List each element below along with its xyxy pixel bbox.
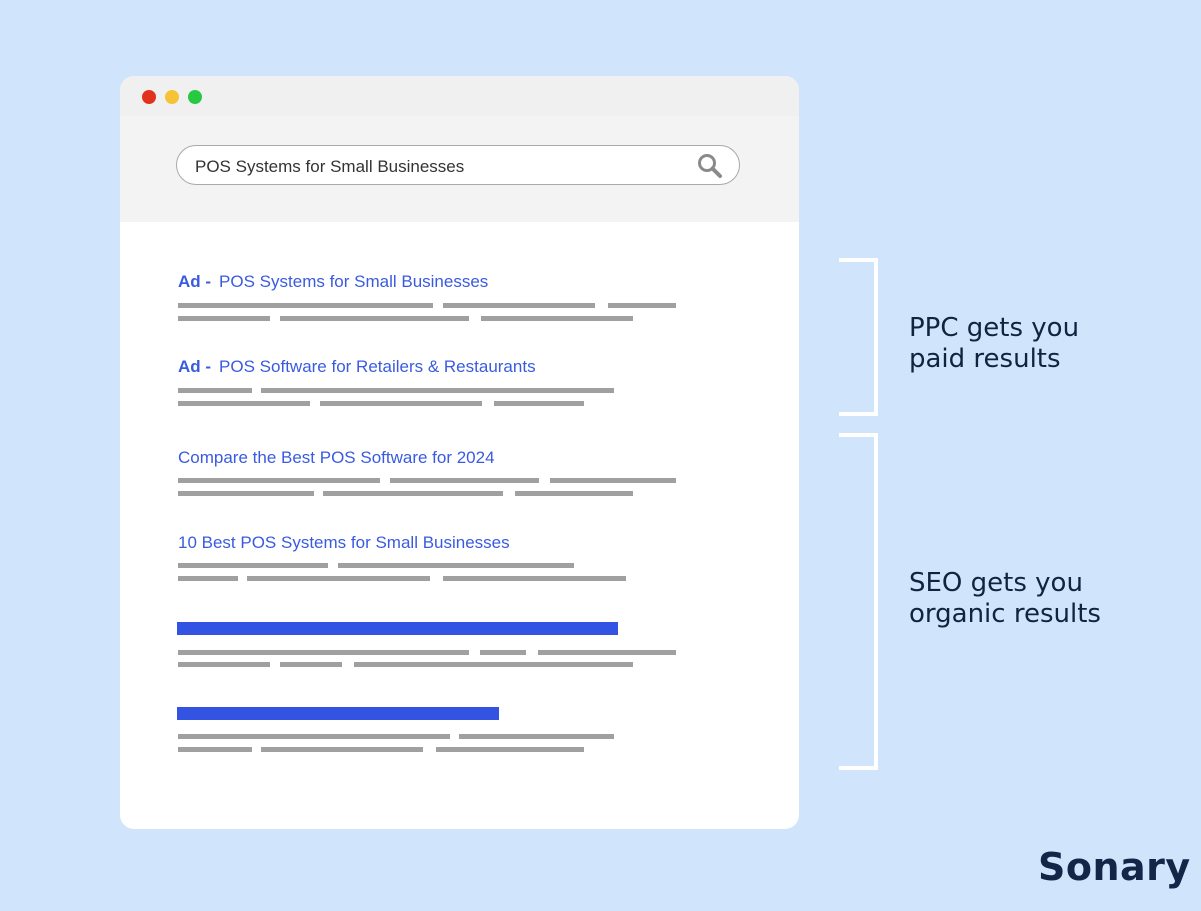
minimize-window-dot[interactable] bbox=[165, 90, 179, 104]
seo-label-line2: organic results bbox=[909, 599, 1101, 629]
browser-window: POS Systems for Small Businesses Ad - POS… bbox=[120, 76, 799, 829]
ad-label: Ad - bbox=[178, 357, 212, 376]
ad-result-link-2[interactable]: Ad - POS Software for Retailers & Restaur… bbox=[178, 357, 536, 377]
placeholder-title-bar bbox=[177, 707, 499, 720]
snippet-line bbox=[354, 662, 633, 667]
ad-label: Ad - bbox=[178, 272, 212, 291]
snippet-line bbox=[494, 401, 584, 406]
ppc-label: PPC gets you paid results bbox=[909, 313, 1079, 375]
result-title: Compare the Best POS Software for 2024 bbox=[178, 448, 495, 467]
snippet-line bbox=[550, 478, 676, 483]
snippet-line bbox=[261, 388, 614, 393]
snippet-line bbox=[247, 576, 430, 581]
organic-result-link-1[interactable]: Compare the Best POS Software for 2024 bbox=[178, 448, 495, 468]
snippet-line bbox=[178, 401, 310, 406]
snippet-line bbox=[261, 747, 423, 752]
snippet-line bbox=[280, 662, 342, 667]
snippet-line bbox=[481, 316, 633, 321]
result-title: 10 Best POS Systems for Small Businesses bbox=[178, 533, 510, 552]
snippet-line bbox=[320, 401, 482, 406]
snippet-line bbox=[178, 563, 328, 568]
snippet-line bbox=[178, 734, 450, 739]
snippet-line bbox=[178, 316, 270, 321]
brand-logo: Sonary bbox=[1038, 845, 1191, 889]
snippet-line bbox=[178, 576, 238, 581]
snippet-line bbox=[608, 303, 676, 308]
search-icon[interactable] bbox=[697, 153, 723, 179]
snippet-line bbox=[538, 650, 676, 655]
ppc-label-line1: PPC gets you bbox=[909, 313, 1080, 343]
seo-label-line1: SEO gets you bbox=[909, 568, 1083, 598]
snippet-line bbox=[178, 491, 314, 496]
result-title: POS Systems for Small Businesses bbox=[219, 272, 489, 291]
ppc-label-line2: paid results bbox=[909, 344, 1061, 374]
close-window-dot[interactable] bbox=[142, 90, 156, 104]
snippet-line bbox=[390, 478, 539, 483]
snippet-line bbox=[178, 303, 433, 308]
result-title: POS Software for Retailers & Restaurants bbox=[219, 357, 536, 376]
snippet-line bbox=[280, 316, 469, 321]
snippet-line bbox=[178, 478, 380, 483]
snippet-line bbox=[480, 650, 526, 655]
snippet-line bbox=[443, 303, 595, 308]
placeholder-title-bar bbox=[177, 622, 618, 635]
snippet-line bbox=[178, 650, 469, 655]
snippet-line bbox=[323, 491, 503, 496]
snippet-line bbox=[436, 747, 584, 752]
ad-result-link-1[interactable]: Ad - POS Systems for Small Businesses bbox=[178, 272, 488, 292]
snippet-line bbox=[459, 734, 614, 739]
search-input[interactable]: POS Systems for Small Businesses bbox=[176, 145, 740, 185]
search-toolbar: POS Systems for Small Businesses bbox=[120, 116, 799, 222]
snippet-line bbox=[338, 563, 574, 568]
snippet-line bbox=[515, 491, 633, 496]
seo-label: SEO gets you organic results bbox=[909, 568, 1101, 630]
maximize-window-dot[interactable] bbox=[188, 90, 202, 104]
window-title-bar bbox=[120, 76, 799, 116]
snippet-line bbox=[178, 662, 270, 667]
snippet-line bbox=[178, 388, 252, 393]
organic-result-link-2[interactable]: 10 Best POS Systems for Small Businesses bbox=[178, 533, 510, 553]
ppc-bracket bbox=[839, 258, 878, 416]
snippet-line bbox=[178, 747, 252, 752]
snippet-line bbox=[443, 576, 626, 581]
seo-bracket bbox=[839, 433, 878, 770]
search-query: POS Systems for Small Businesses bbox=[195, 157, 465, 176]
